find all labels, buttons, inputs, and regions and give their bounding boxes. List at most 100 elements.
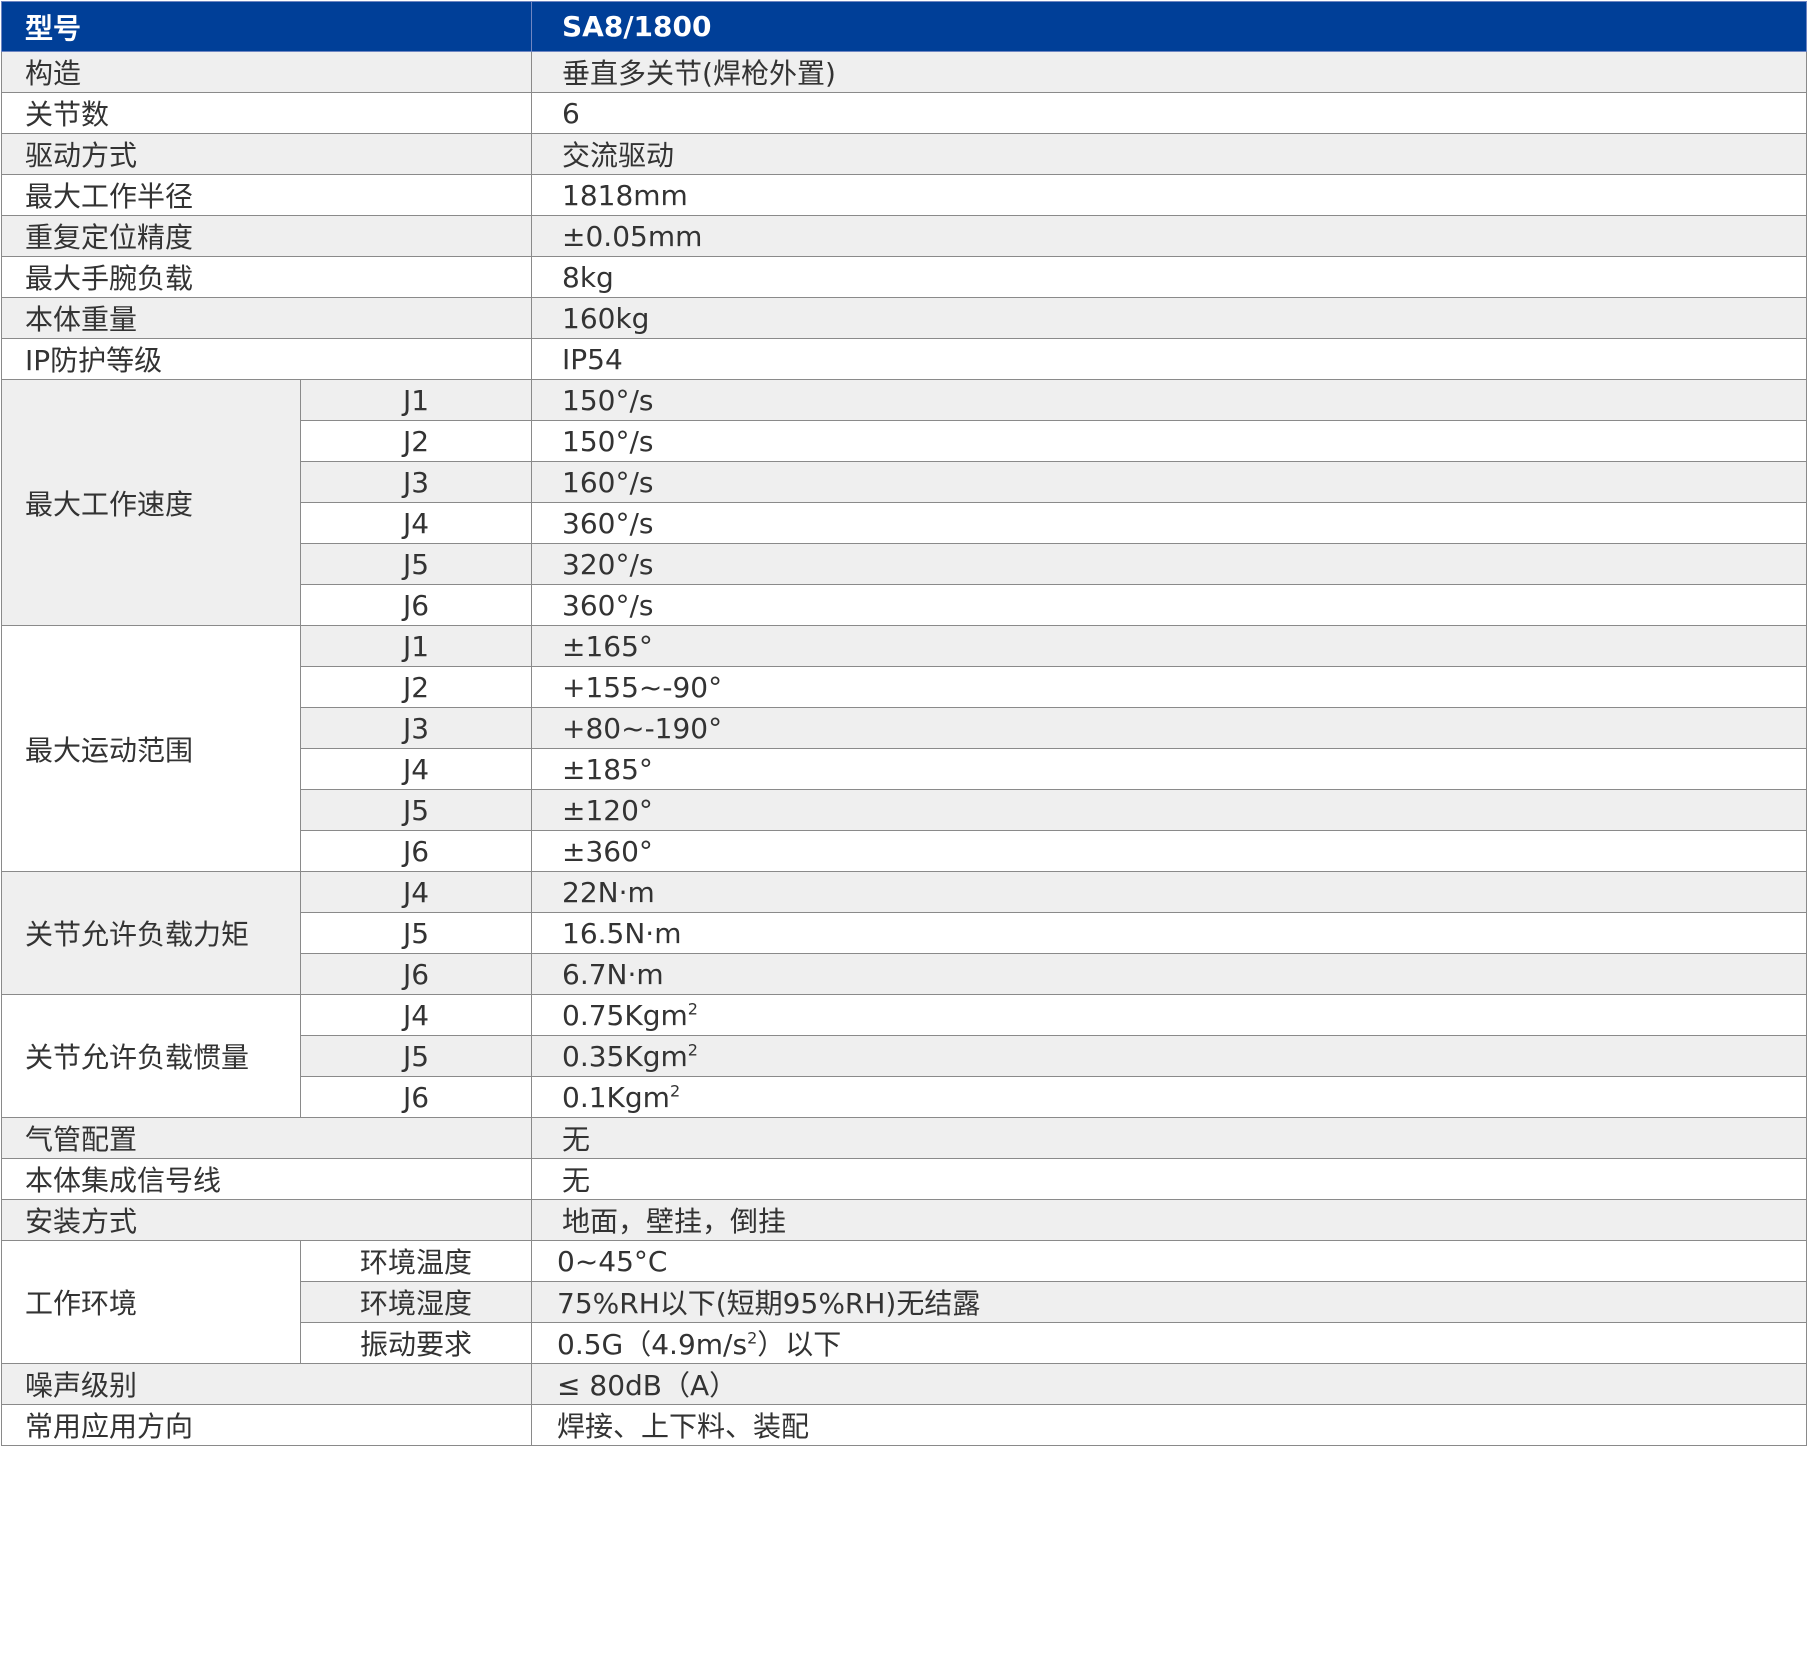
axis-label: J5 xyxy=(299,543,533,585)
table-row: 工作环境 环境温度 0~45°C xyxy=(1,1240,1807,1364)
axis-label: J1 xyxy=(299,625,533,667)
spec-value: 交流驱动 xyxy=(531,133,1807,175)
axis-value: 0.1Kgm2 xyxy=(531,1076,1807,1118)
axis-value: +155~-90° xyxy=(531,666,1807,708)
axis-label: J2 xyxy=(299,666,533,708)
header-row: 型号 SA8/1800 xyxy=(0,1,1807,52)
env-item-value: 0~45°C xyxy=(531,1240,1807,1282)
env-item-value: 0.5G（4.9m/s2）以下 xyxy=(531,1322,1807,1364)
vibration-value-post: ）以下 xyxy=(757,1328,842,1361)
axis-label: J5 xyxy=(299,789,533,831)
table-row: 最大工作半径 1818mm xyxy=(0,174,1807,216)
spec-value: ±0.05mm xyxy=(531,215,1807,257)
spec-value: 无 xyxy=(531,1158,1807,1200)
axis-label: J3 xyxy=(299,707,533,749)
axis-label: J5 xyxy=(299,912,533,954)
axis-label: J1 xyxy=(299,379,533,421)
axis-label: J6 xyxy=(299,584,533,626)
spec-label: 本体重量 xyxy=(0,297,533,339)
env-item-label: 环境温度 xyxy=(299,1240,533,1282)
spec-value: 8kg xyxy=(531,256,1807,298)
axis-label: J4 xyxy=(299,502,533,544)
environment-group-label: 工作环境 xyxy=(1,1240,301,1364)
table-row: 关节允许负载惯量 J4 0.75Kgm2 xyxy=(1,994,1807,1118)
spec-value: 无 xyxy=(531,1117,1807,1159)
axis-value: ±185° xyxy=(531,748,1807,790)
table-row: 重复定位精度 ±0.05mm xyxy=(0,215,1807,257)
axis-value: 0.75Kgm2 xyxy=(531,994,1807,1036)
axis-label: J4 xyxy=(299,871,533,913)
axis-value: ±165° xyxy=(531,625,1807,667)
table-row: 气管配置 无 xyxy=(0,1117,1807,1159)
table-row: 关节数 6 xyxy=(0,92,1807,134)
spec-value: 1818mm xyxy=(531,174,1807,216)
axis-label: J4 xyxy=(299,994,533,1036)
axis-value: 360°/s xyxy=(531,502,1807,544)
model-value: SA8/1800 xyxy=(531,1,1807,52)
table-row: 本体重量 160kg xyxy=(0,297,1807,339)
superscript: 2 xyxy=(687,999,698,1019)
spec-value: 地面，壁挂，倒挂 xyxy=(531,1199,1807,1241)
spec-label: 重复定位精度 xyxy=(0,215,533,257)
axis-value: 360°/s xyxy=(531,584,1807,626)
axis-value: ±120° xyxy=(531,789,1807,831)
spec-label: 构造 xyxy=(0,51,533,93)
spec-value: IP54 xyxy=(531,338,1807,380)
axis-label: J6 xyxy=(299,1076,533,1118)
env-item-label: 环境湿度 xyxy=(299,1281,533,1323)
spec-value: 垂直多关节(焊枪外置) xyxy=(531,51,1807,93)
model-label: 型号 xyxy=(0,1,533,52)
table-row: 常用应用方向 焊接、上下料、装配 xyxy=(0,1404,1807,1446)
axis-label: J4 xyxy=(299,748,533,790)
axis-value: 22N·m xyxy=(531,871,1807,913)
inertia-group-label: 关节允许负载惯量 xyxy=(1,994,301,1118)
table-row: 本体集成信号线 无 xyxy=(0,1158,1807,1200)
table-row: 最大工作速度 J1 150°/s xyxy=(1,379,1807,626)
table-row: 最大手腕负载 8kg xyxy=(0,256,1807,298)
speed-group-label: 最大工作速度 xyxy=(1,379,301,626)
axis-value: ±360° xyxy=(531,830,1807,872)
axis-value: 0.35Kgm2 xyxy=(531,1035,1807,1077)
table-row: 驱动方式 交流驱动 xyxy=(0,133,1807,175)
inertia-value: 0.35Kgm xyxy=(562,1039,688,1073)
superscript: 2 xyxy=(669,1081,681,1101)
spec-value: ≤ 80dB（A） xyxy=(531,1363,1807,1405)
range-group-label: 最大运动范围 xyxy=(1,625,301,872)
axis-value: 160°/s xyxy=(531,461,1807,503)
env-item-value: 75%RH以下(短期95%RH)无结露 xyxy=(531,1281,1807,1323)
spec-label: 最大手腕负载 xyxy=(0,256,533,298)
superscript: 2 xyxy=(687,1040,698,1060)
axis-label: J2 xyxy=(299,420,533,462)
superscript: 2 xyxy=(747,1328,758,1348)
spec-label: IP防护等级 xyxy=(0,338,533,380)
axis-label: J6 xyxy=(299,953,533,995)
spec-label: 安装方式 xyxy=(0,1199,533,1241)
axis-value: 320°/s xyxy=(531,543,1807,585)
inertia-value: 0.75Kgm xyxy=(562,998,688,1032)
spec-label: 驱动方式 xyxy=(0,133,533,175)
spec-label: 噪声级别 xyxy=(0,1363,533,1405)
axis-label: J3 xyxy=(299,461,533,503)
axis-value: 6.7N·m xyxy=(531,953,1807,995)
axis-label: J6 xyxy=(299,830,533,872)
spec-value: 160kg xyxy=(531,297,1807,339)
axis-label: J5 xyxy=(299,1035,533,1077)
table-row: IP防护等级 IP54 xyxy=(0,338,1807,380)
spec-table: 型号 SA8/1800 构造 垂直多关节(焊枪外置) 关节数 6 驱动方式 交流… xyxy=(0,1,1807,1446)
table-row: 安装方式 地面，壁挂，倒挂 xyxy=(0,1199,1807,1241)
axis-value: 16.5N·m xyxy=(531,912,1807,954)
spec-value: 焊接、上下料、装配 xyxy=(531,1404,1807,1446)
table-row: 关节允许负载力矩 J4 22N·m xyxy=(1,871,1807,995)
axis-value: 150°/s xyxy=(531,379,1807,421)
axis-value: 150°/s xyxy=(531,420,1807,462)
vibration-value-pre: 0.5G（4.9m/s xyxy=(557,1328,748,1361)
spec-label: 最大工作半径 xyxy=(0,174,533,216)
table-row: 噪声级别 ≤ 80dB（A） xyxy=(0,1363,1807,1405)
spec-label: 本体集成信号线 xyxy=(0,1158,533,1200)
inertia-value: 0.1Kgm xyxy=(562,1080,670,1114)
torque-group-label: 关节允许负载力矩 xyxy=(1,871,301,995)
spec-label: 关节数 xyxy=(0,92,533,134)
spec-label: 气管配置 xyxy=(0,1117,533,1159)
spec-label: 常用应用方向 xyxy=(0,1404,533,1446)
axis-value: +80~-190° xyxy=(531,707,1807,749)
